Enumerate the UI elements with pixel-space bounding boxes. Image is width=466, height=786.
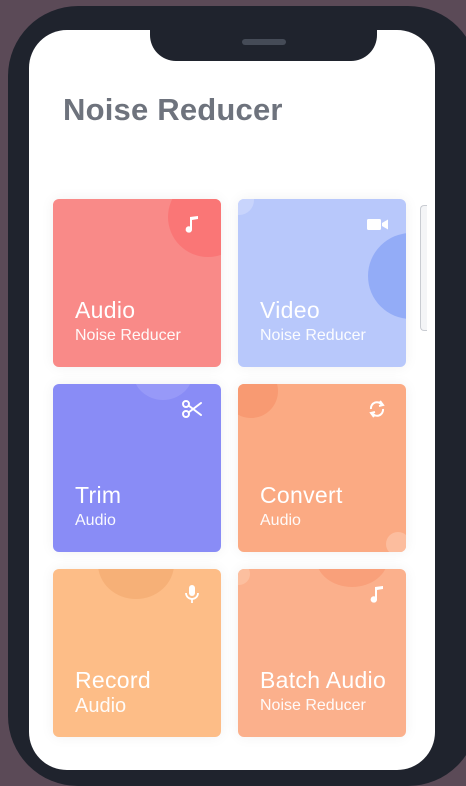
- audio-noise-reducer-card[interactable]: Audio Noise Reducer: [53, 199, 221, 367]
- card-title: Video: [260, 297, 320, 323]
- convert-arrows-icon: [366, 398, 388, 420]
- card-title: Batch Audio: [260, 667, 387, 693]
- card-title: Record: [75, 667, 151, 693]
- scissors-icon: [181, 398, 203, 420]
- convert-audio-card[interactable]: Convert Audio: [238, 384, 406, 552]
- record-audio-card[interactable]: Record Audio: [53, 569, 221, 737]
- card-title: Convert: [260, 482, 343, 508]
- card-subtitle: Noise Reducer: [260, 327, 366, 344]
- batch-audio-noise-reducer-card[interactable]: Batch Audio Noise Reducer: [238, 569, 406, 737]
- card-title: Audio: [75, 297, 136, 323]
- microphone-icon: [181, 583, 203, 605]
- video-camera-icon: [366, 213, 388, 235]
- card-decoration: [238, 199, 254, 215]
- card-decoration: [238, 384, 278, 418]
- card-title: Trim: [75, 482, 122, 508]
- card-subtitle: Audio: [75, 512, 116, 529]
- card-subtitle: Audio: [260, 512, 301, 529]
- speaker-grille: [242, 39, 286, 45]
- page-title: Noise Reducer: [63, 92, 283, 127]
- scroll-indicator[interactable]: [420, 205, 427, 331]
- trim-audio-card[interactable]: Trim Audio: [53, 384, 221, 552]
- video-noise-reducer-card[interactable]: Video Noise Reducer: [238, 199, 406, 367]
- phone-notch: [150, 30, 377, 61]
- card-decoration: [98, 569, 174, 599]
- card-subtitle: Noise Reducer: [75, 327, 181, 344]
- card-subtitle: Audio: [75, 695, 127, 717]
- card-subtitle: Noise Reducer: [260, 697, 366, 714]
- card-decoration: [386, 532, 406, 552]
- music-note-icon: [181, 213, 203, 235]
- music-note-icon: [366, 583, 388, 605]
- card-decoration: [368, 233, 406, 319]
- card-decoration: [238, 569, 250, 585]
